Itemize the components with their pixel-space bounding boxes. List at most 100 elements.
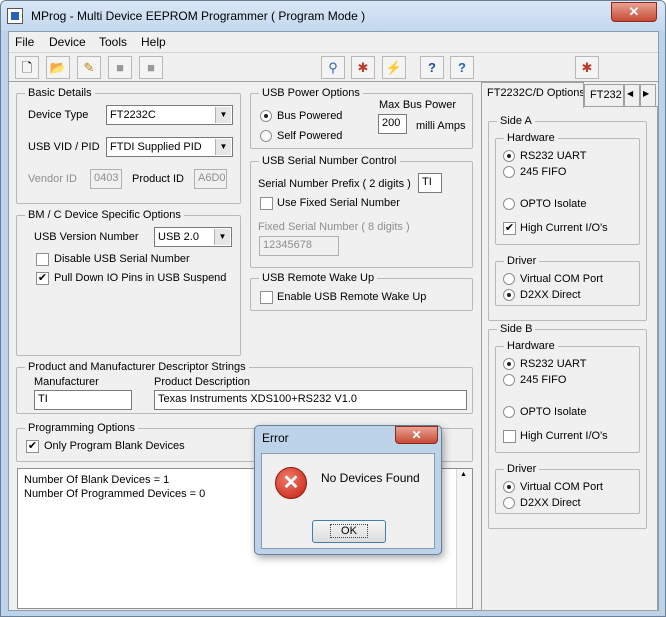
remote-wake-title: USB Remote Wake Up — [259, 272, 378, 284]
window-title: MProg - Multi Device EEPROM Programmer (… — [31, 9, 366, 23]
serial-prefix-label: Serial Number Prefix ( 2 digits ) — [258, 178, 411, 190]
side-a-opto-radio[interactable] — [503, 198, 515, 210]
basic-details-group: Basic Details Device Type FT2232C ▼ USB … — [16, 87, 241, 204]
side-b-vcp-radio[interactable] — [503, 481, 515, 493]
side-a-fifo-radio[interactable] — [503, 166, 515, 178]
side-a-vcp-radio[interactable] — [503, 273, 515, 285]
new-icon[interactable]: 🗋 — [15, 56, 39, 79]
milli-amps-label: milli Amps — [416, 120, 466, 132]
dialog-close-button[interactable]: ✕ — [395, 426, 438, 444]
side-a-high-current-checkbox[interactable]: ✔ — [503, 222, 516, 235]
usb-version-select[interactable]: USB 2.0 ▼ — [154, 227, 232, 247]
manufacturer-field[interactable]: TI — [34, 390, 132, 410]
about-icon[interactable]: ? — [450, 56, 474, 79]
side-b-rs232-label: RS232 UART — [520, 358, 587, 370]
open-icon[interactable]: 📂 — [46, 56, 70, 79]
log-line: Number Of Blank Devices = 1 — [24, 474, 170, 486]
serial-control-group: USB Serial Number Control Serial Number … — [250, 155, 473, 268]
side-a-high-current-label: High Current I/O's — [520, 222, 608, 234]
vendor-id-field[interactable]: 0403 — [90, 169, 122, 189]
help-icon[interactable]: ? — [420, 56, 444, 79]
side-b-fifo-radio[interactable] — [503, 374, 515, 386]
side-b-opto-radio[interactable] — [503, 406, 515, 418]
side-b-rs232-radio[interactable] — [503, 358, 515, 370]
descriptors-title: Product and Manufacturer Descriptor Stri… — [25, 361, 249, 373]
remote-wake-group: USB Remote Wake Up Enable USB Remote Wak… — [250, 272, 473, 311]
side-b-fifo-label: 245 FIFO — [520, 374, 567, 386]
side-a-d2xx-radio[interactable] — [503, 289, 515, 301]
bm-options-title: BM / C Device Specific Options — [25, 209, 184, 221]
self-powered-radio[interactable] — [260, 130, 272, 142]
save-icon[interactable]: ■ — [108, 56, 132, 79]
chevron-down-icon[interactable]: ▼ — [215, 139, 231, 155]
toolbar: 🗋 📂 ✎ ■ ■ ⚲ ✱ ⚡ ? ? ✱ — [9, 52, 658, 82]
side-a-driver-group: Driver Virtual COM Port D2XX Direct — [495, 255, 640, 306]
close-file-icon[interactable]: ✱ — [575, 56, 599, 79]
side-b-d2xx-label: D2XX Direct — [520, 497, 581, 509]
chevron-down-icon[interactable]: ▼ — [214, 229, 230, 245]
side-a-title: Side A — [497, 115, 535, 127]
tab-scroll-right-icon[interactable]: ▶ — [640, 84, 656, 106]
ok-button[interactable]: OK — [312, 520, 386, 543]
dialog-body: ✕ No Devices Found OK — [261, 453, 435, 549]
product-id-label: Product ID — [132, 173, 184, 185]
fixed-serial-field[interactable]: 12345678 — [259, 236, 339, 256]
save-as-icon[interactable]: ■ — [139, 56, 163, 79]
remote-wake-checkbox[interactable] — [260, 291, 273, 304]
bus-powered-label: Bus Powered — [277, 110, 343, 122]
program-icon[interactable]: ⚡ — [382, 56, 406, 79]
menu-tools[interactable]: Tools — [99, 35, 127, 49]
app-icon — [7, 8, 23, 24]
product-id-field[interactable]: A6D0 — [194, 169, 227, 189]
tab-scroll-left-icon[interactable]: ◀ — [624, 84, 640, 106]
side-a-rs232-radio[interactable] — [503, 150, 515, 162]
side-b-d2xx-radio[interactable] — [503, 497, 515, 509]
log-scrollbar[interactable]: ▲ — [456, 469, 472, 608]
side-a-hardware-title: Hardware — [504, 132, 558, 144]
close-window-button[interactable]: ✕ — [611, 2, 657, 22]
menu-device[interactable]: Device — [49, 35, 86, 49]
error-icon: ✕ — [275, 467, 307, 499]
side-a-group: Side A Hardware RS232 UART 245 FIFO OPTO… — [488, 115, 647, 321]
log-line: Number Of Programmed Devices = 0 — [24, 488, 206, 500]
cancel-icon[interactable]: ✱ — [351, 56, 375, 79]
descriptors-group: Product and Manufacturer Descriptor Stri… — [16, 361, 473, 414]
use-fixed-serial-label: Use Fixed Serial Number — [277, 197, 400, 209]
usb-power-title: USB Power Options — [259, 87, 363, 99]
side-a-driver-title: Driver — [504, 255, 540, 267]
pulldown-checkbox[interactable]: ✔ — [36, 272, 49, 285]
side-b-high-current-checkbox[interactable] — [503, 430, 516, 443]
scan-icon[interactable]: ⚲ — [321, 56, 345, 79]
fixed-serial-label: Fixed Serial Number ( 8 digits ) — [258, 221, 410, 233]
only-blank-label: Only Program Blank Devices — [44, 440, 185, 452]
device-type-label: Device Type — [28, 109, 89, 121]
max-bus-power-label: Max Bus Power — [379, 99, 457, 111]
tab-control: FT2232C/D Options FT232 ◀ ▶ Side A Hardw… — [481, 82, 658, 611]
chevron-down-icon[interactable]: ▼ — [215, 107, 231, 123]
scroll-up-icon[interactable]: ▲ — [460, 471, 467, 478]
side-a-vcp-label: Virtual COM Port — [520, 273, 603, 285]
bus-powered-radio[interactable] — [260, 110, 272, 122]
usb-version-value: USB 2.0 — [158, 231, 199, 243]
disable-serial-checkbox[interactable] — [36, 253, 49, 266]
product-description-field[interactable]: Texas Instruments XDS100+RS232 V1.0 — [154, 390, 467, 410]
usb-vid-pid-select[interactable]: FTDI Supplied PID ▼ — [106, 137, 233, 157]
tab-ft232[interactable]: FT232 — [584, 84, 624, 106]
side-b-driver-title: Driver — [504, 463, 540, 475]
side-b-title: Side B — [497, 323, 536, 335]
error-dialog: Error ✕ ✕ No Devices Found OK — [254, 425, 442, 555]
edit-icon[interactable]: ✎ — [77, 56, 101, 79]
side-a-hardware-group: Hardware RS232 UART 245 FIFO OPTO Isolat… — [495, 132, 640, 245]
use-fixed-serial-checkbox[interactable] — [260, 197, 273, 210]
menu-help[interactable]: Help — [141, 35, 166, 49]
only-blank-checkbox[interactable]: ✔ — [26, 440, 39, 453]
device-type-select[interactable]: FT2232C ▼ — [106, 105, 233, 125]
serial-prefix-field[interactable]: TI — [418, 173, 442, 193]
menu-file[interactable]: File — [15, 35, 34, 49]
side-b-hardware-group: Hardware RS232 UART 245 FIFO OPTO Isolat… — [495, 340, 640, 453]
tab-ft2232-options[interactable]: FT2232C/D Options — [481, 82, 584, 108]
side-a-opto-label: OPTO Isolate — [520, 198, 587, 210]
vendor-id-label: Vendor ID — [28, 173, 77, 185]
max-bus-power-field[interactable]: 200 — [378, 114, 407, 134]
title-bar[interactable]: MProg - Multi Device EEPROM Programmer (… — [1, 1, 665, 31]
